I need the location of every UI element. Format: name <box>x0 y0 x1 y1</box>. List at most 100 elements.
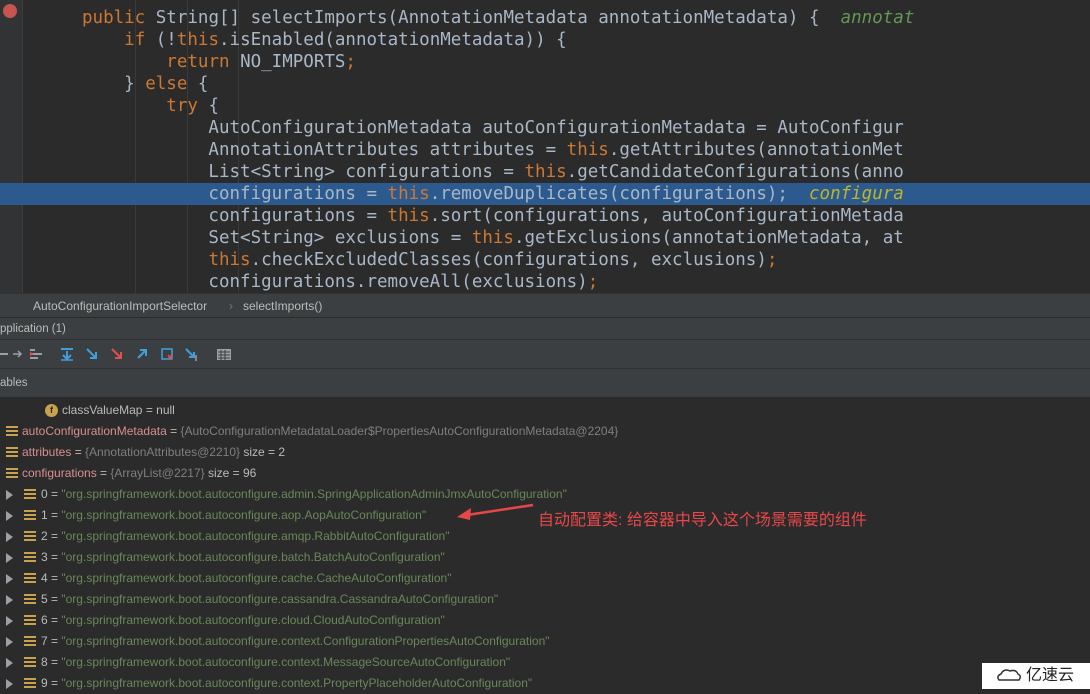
code-line[interactable]: public String[] selectImports(Annotation… <box>0 7 1090 29</box>
code-token: .getAttributes(annotationMet <box>608 140 904 160</box>
equals-sign: = <box>47 676 62 690</box>
arrow-right-icon[interactable] <box>12 346 28 362</box>
object-icon <box>6 426 18 438</box>
code-line[interactable]: AutoConfigurationMetadata autoConfigurat… <box>0 117 1090 139</box>
expand-triangle-icon[interactable] <box>6 658 13 668</box>
debug-session-tab[interactable]: pplication (1) <box>0 318 66 340</box>
code-token: .removeDuplicates(configurations); <box>429 184 809 204</box>
code-line[interactable]: AnnotationAttributes attributes = this.g… <box>0 139 1090 161</box>
annotation-arrow-icon <box>457 503 534 520</box>
expand-triangle-icon[interactable] <box>6 532 13 542</box>
expand-triangle-icon[interactable] <box>6 553 13 563</box>
variable-row[interactable]: 3 = "org.springframework.boot.autoconfig… <box>0 547 1090 568</box>
code-token: .getExclusions(annotationMetadata, at <box>513 228 904 248</box>
item-index: 6 <box>41 613 48 627</box>
item-value: "org.springframework.boot.autoconfigure.… <box>61 592 499 606</box>
variable-name: attributes <box>22 445 72 459</box>
code-editor[interactable]: public String[] selectImports(Annotation… <box>0 0 1090 293</box>
variable-size: size = 96 <box>204 466 257 480</box>
equals-sign: = <box>96 466 111 480</box>
variable-row[interactable]: attributes = {AnnotationAttributes@2210}… <box>0 442 1090 463</box>
variable-row[interactable]: 8 = "org.springframework.boot.autoconfig… <box>0 652 1090 673</box>
equals-sign: = <box>166 424 181 438</box>
expand-triangle-icon[interactable] <box>6 595 13 605</box>
equals-sign: = <box>47 487 62 501</box>
code-line[interactable]: if (!this.isEnabled(annotationMetadata))… <box>0 29 1090 51</box>
object-icon <box>24 678 36 690</box>
variable-row[interactable]: 9 = "org.springframework.boot.autoconfig… <box>0 673 1090 694</box>
equals-sign: = <box>71 445 86 459</box>
code-token: (! <box>155 30 177 50</box>
code-token: configurations.removeAll(exclusions) <box>82 272 588 292</box>
code-token: this <box>387 184 430 204</box>
equals-sign: = <box>47 592 62 606</box>
variable-text: 7 = "org.springframework.boot.autoconfig… <box>41 631 550 652</box>
code-line[interactable]: configurations.removeAll(exclusions); <box>0 271 1090 293</box>
breadcrumb-separator: › <box>229 299 233 313</box>
equals-sign: = <box>47 550 62 564</box>
variable-row[interactable]: 4 = "org.springframework.boot.autoconfig… <box>0 568 1090 589</box>
variable-text: 6 = "org.springframework.boot.autoconfig… <box>41 610 445 631</box>
variables-panel[interactable]: f classValueMap = null autoConfigurationMe… <box>0 397 1090 690</box>
expand-triangle-icon[interactable] <box>6 616 13 626</box>
variables-label: ables <box>0 377 28 389</box>
variable-row[interactable]: 5 = "org.springframework.boot.autoconfig… <box>0 589 1090 610</box>
code-token: this <box>471 228 514 248</box>
item-value: "org.springframework.boot.autoconfigure.… <box>61 571 452 585</box>
code-token: List<String> configurations = <box>82 162 525 182</box>
variable-text: 4 = "org.springframework.boot.autoconfig… <box>41 568 451 589</box>
item-value: "org.springframework.boot.autoconfigure.… <box>61 487 567 501</box>
code-line[interactable]: this.checkExcludedClasses(configurations… <box>0 249 1090 271</box>
variable-row[interactable]: 7 = "org.springframework.boot.autoconfig… <box>0 631 1090 652</box>
expand-triangle-icon[interactable] <box>6 574 13 584</box>
item-value: "org.springframework.boot.autoconfigure.… <box>61 550 445 564</box>
code-token: } <box>82 74 146 94</box>
code-token: else <box>145 74 198 94</box>
code-token: if <box>124 30 156 50</box>
code-line[interactable]: List<String> configurations = this.getCa… <box>0 161 1090 183</box>
code-line[interactable]: } else { <box>0 73 1090 95</box>
variable-row[interactable]: 6 = "org.springframework.boot.autoconfig… <box>0 610 1090 631</box>
item-index: 3 <box>41 550 48 564</box>
code-line[interactable]: try { <box>0 95 1090 117</box>
code-line[interactable]: Set<String> exclusions = this.getExclusi… <box>0 227 1090 249</box>
expand-triangle-icon[interactable] <box>6 511 13 521</box>
expand-triangle-icon[interactable] <box>6 490 13 500</box>
force-step-into-icon[interactable] <box>109 346 125 362</box>
show-execution-point-icon[interactable] <box>28 346 44 362</box>
code-token: String[] selectImports(AnnotationMetadat… <box>155 8 841 28</box>
run-to-cursor-icon[interactable] <box>183 346 199 362</box>
equals-sign: = <box>47 655 62 669</box>
code-token: annotat <box>840 8 915 28</box>
variable-text: 3 = "org.springframework.boot.autoconfig… <box>41 547 445 568</box>
expand-triangle-icon[interactable] <box>6 637 13 647</box>
variable-row[interactable]: autoConfigurationMetadata = {AutoConfigu… <box>0 421 1090 442</box>
item-value: "org.springframework.boot.autoconfigure.… <box>61 508 427 522</box>
variable-name: classValueMap <box>62 403 143 417</box>
breadcrumb-method[interactable]: selectImports() <box>243 294 322 318</box>
expand-triangle-icon[interactable] <box>6 679 13 689</box>
code-line[interactable]: return NO_IMPORTS; <box>0 51 1090 73</box>
variable-row[interactable]: 0 = "org.springframework.boot.autoconfig… <box>0 484 1090 505</box>
step-into-icon[interactable] <box>84 346 100 362</box>
variable-row[interactable]: f classValueMap = null <box>0 400 1090 421</box>
drop-frame-icon[interactable] <box>159 346 175 362</box>
step-over-icon[interactable] <box>59 346 75 362</box>
item-index: 7 <box>41 634 48 648</box>
object-icon <box>24 573 36 585</box>
code-token: configurations = <box>82 206 388 226</box>
cloud-icon <box>997 669 1022 681</box>
variable-text: classValueMap = null <box>62 400 175 421</box>
breadcrumb-class[interactable]: AutoConfigurationImportSelector <box>33 294 207 318</box>
step-out-icon[interactable] <box>134 346 150 362</box>
variable-row[interactable]: configurations = {ArrayList@2217} size =… <box>0 463 1090 484</box>
code-token: .checkExcludedClasses(configurations, ex… <box>250 250 767 270</box>
item-value: "org.springframework.boot.autoconfigure.… <box>61 529 450 543</box>
equals-sign: = <box>47 634 62 648</box>
evaluate-expression-icon[interactable] <box>216 346 232 362</box>
code-line-current[interactable]: configurations = this.removeDuplicates(c… <box>0 183 1090 205</box>
code-line[interactable]: configurations = this.sort(configuration… <box>0 205 1090 227</box>
